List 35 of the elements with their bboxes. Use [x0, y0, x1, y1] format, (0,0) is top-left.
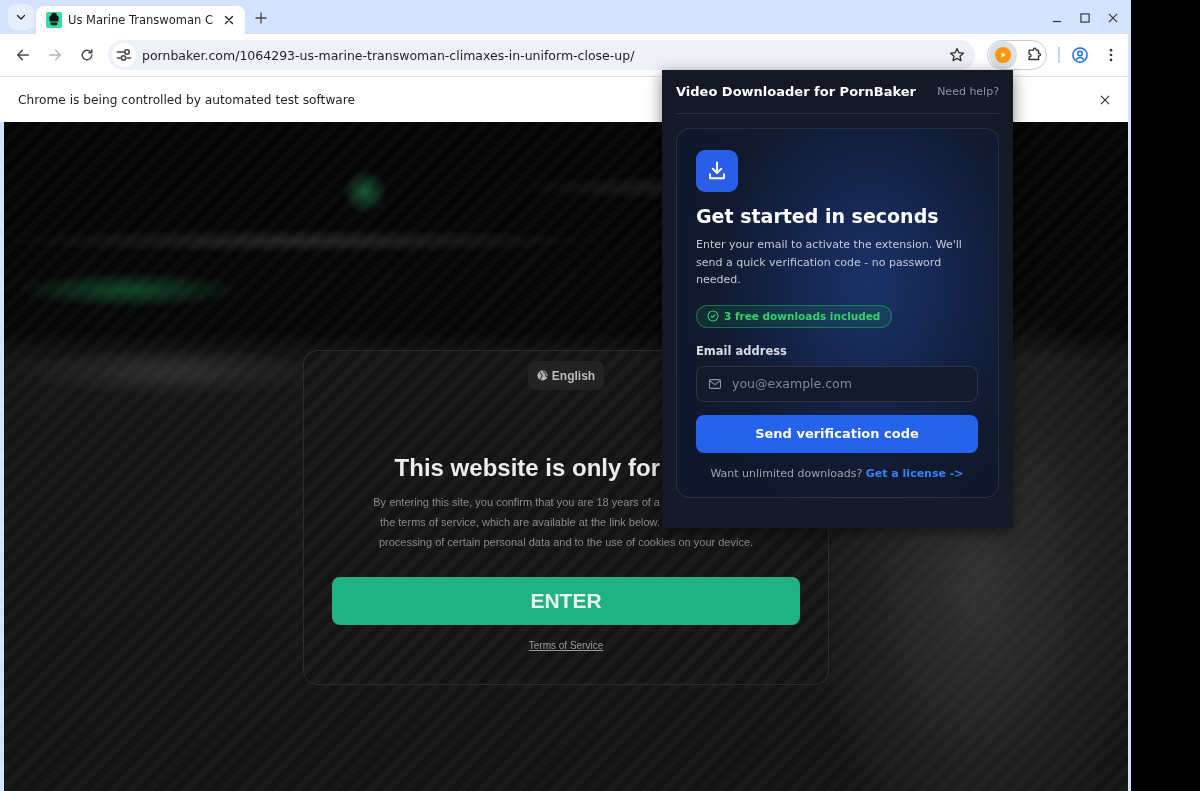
infobar-message: Chrome is being controlled by automated test software: [18, 92, 356, 107]
terms-link[interactable]: Terms of Service: [528, 640, 604, 651]
email-input[interactable]: you@example.com: [696, 365, 978, 402]
download-icon: [696, 150, 738, 192]
help-link[interactable]: Need help?: [937, 85, 999, 98]
maximize-icon[interactable]: [1078, 11, 1092, 25]
globe-icon: [536, 370, 548, 381]
age-gate-heading: This website is only for: [393, 454, 660, 482]
popup-title: Video Downloader for PornBaker: [676, 84, 916, 99]
play-circle-icon: [995, 47, 1011, 63]
signup-description: Enter your email to activate the extension. We'll send a quick verification code - no password needed.: [696, 237, 963, 288]
arrow-left-icon[interactable]: [15, 47, 31, 63]
badge-label: 3 free downloads included: [724, 310, 881, 322]
reload-icon[interactable]: [79, 47, 95, 63]
profile-icon[interactable]: [1071, 46, 1089, 64]
plus-icon[interactable]: [253, 10, 269, 26]
chef-hat-icon: [46, 12, 62, 28]
language-button[interactable]: English: [527, 361, 605, 390]
age-gate-text: By entering this site, you confirm that you are 18 years of a: [372, 495, 660, 510]
address-bar[interactable]: pornbaker.com/1064293-us-marine-transwoman-climaxes-in-uniform-close-up/: [108, 40, 975, 70]
send-code-button[interactable]: Send verification code: [696, 414, 978, 453]
mail-icon: [708, 376, 722, 391]
signup-heading: Get started in seconds: [696, 204, 939, 228]
email-label: Email address: [696, 343, 787, 358]
sliders-icon[interactable]: [112, 43, 136, 67]
close-icon[interactable]: [222, 13, 236, 27]
get-license-link[interactable]: Get a license ->: [865, 466, 964, 480]
age-gate-text: the terms of service, which are available at the link below.: [378, 515, 660, 530]
browser-tab[interactable]: Us Marine Transwoman C: [36, 6, 245, 34]
upgrade-prompt: Want unlimited downloads? Get a license ->: [709, 465, 965, 482]
check-circle-icon: [707, 310, 719, 322]
tab-search-button[interactable]: [8, 4, 34, 30]
close-icon[interactable]: [1106, 11, 1120, 25]
star-icon[interactable]: [948, 46, 966, 64]
age-gate-text: processing of certain personal data and to the use of cookies on your device.: [378, 535, 754, 550]
